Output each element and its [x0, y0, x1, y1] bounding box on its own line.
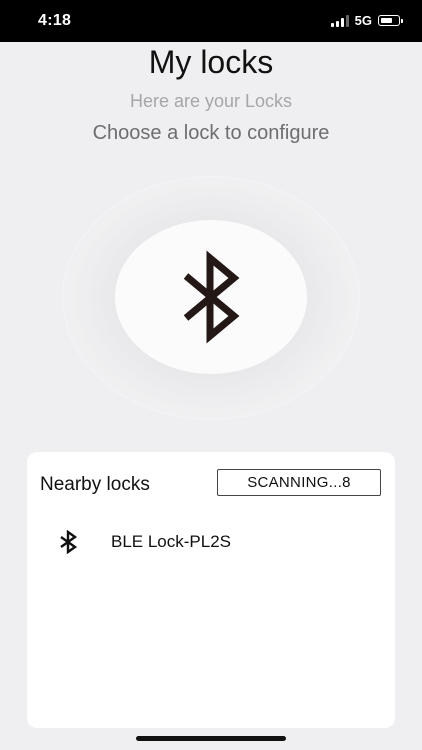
lock-list-item[interactable]: BLE Lock-PL2S	[27, 522, 395, 562]
page-instruction: Choose a lock to configure	[92, 122, 330, 144]
home-indicator[interactable]	[136, 736, 286, 741]
page-title: My locks	[148, 44, 274, 80]
status-time: 4:18	[38, 12, 72, 29]
status-indicators: 5G	[330, 13, 403, 28]
signal-icon	[330, 14, 349, 27]
nearby-locks-title: Nearby locks	[40, 474, 150, 495]
bluetooth-icon	[183, 250, 240, 344]
bluetooth-icon	[60, 530, 78, 554]
bluetooth-scan-button[interactable]	[115, 220, 307, 374]
nearby-locks-card: Nearby locks SCANNING...8 BLE Lock-PL2S	[27, 452, 395, 728]
battery-icon	[378, 15, 403, 26]
lock-name: BLE Lock-PL2S	[111, 532, 232, 551]
page-subtitle: Here are your Locks	[129, 91, 293, 111]
scan-button[interactable]: SCANNING...8	[217, 469, 381, 496]
app-screen: 4:18 5G My locks Here are your Locks Cho…	[0, 0, 422, 750]
bluetooth-scan-ring	[63, 177, 359, 419]
network-label: 5G	[354, 13, 372, 28]
status-bar: 4:18 5G	[0, 0, 422, 42]
